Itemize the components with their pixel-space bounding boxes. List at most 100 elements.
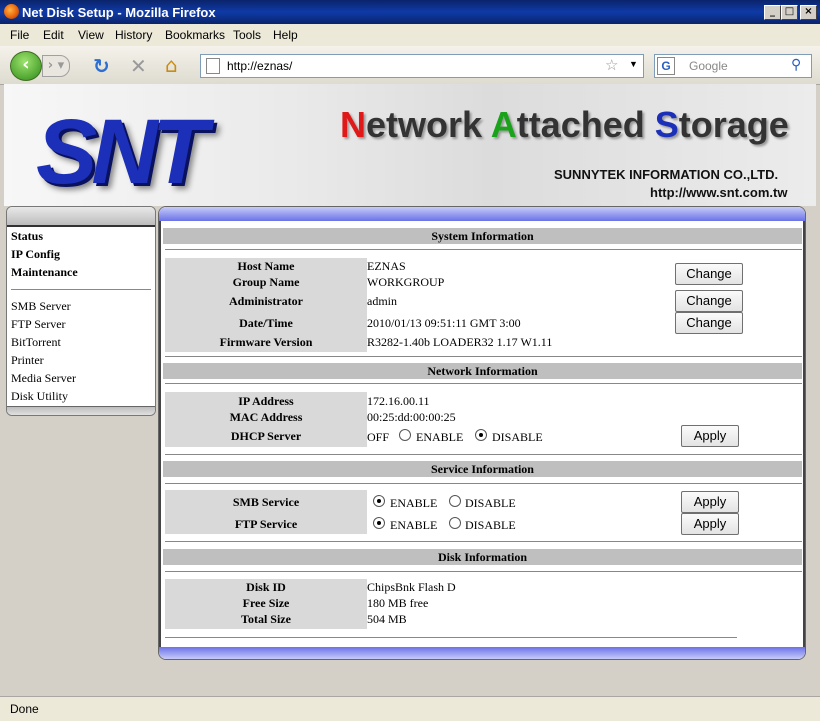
- panel-top-bar: [159, 207, 805, 221]
- divider: [165, 249, 802, 250]
- group-name-label: Group Name: [232, 275, 300, 289]
- ftp-disable-label: DISABLE: [465, 518, 516, 532]
- reload-icon[interactable]: ↻: [93, 54, 110, 78]
- divider: [165, 571, 802, 572]
- menu-file[interactable]: File: [10, 28, 29, 42]
- bookmark-star-icon[interactable]: ☆: [605, 56, 618, 74]
- company-name: SUNNYTEK INFORMATION CO.,LTD.: [554, 167, 779, 182]
- sidebar-item-maintenance[interactable]: Maintenance: [11, 265, 78, 280]
- menu-help[interactable]: Help: [273, 28, 298, 42]
- change-host-name-button[interactable]: Change: [675, 263, 743, 285]
- sidebar-bottom-cap: [7, 406, 155, 415]
- dhcp-server-label: DHCP Server: [230, 429, 302, 443]
- ftp-service-label: FTP Service: [234, 517, 298, 531]
- ip-address-label: IP Address: [238, 394, 294, 408]
- total-size-value: 504 MB: [367, 612, 407, 626]
- close-button[interactable]: ×: [800, 5, 817, 20]
- smb-service-label: SMB Service: [232, 495, 300, 509]
- product-title-part: ttached: [516, 104, 655, 145]
- minimize-button[interactable]: _: [764, 5, 781, 20]
- change-administrator-button[interactable]: Change: [675, 290, 743, 312]
- home-icon[interactable]: ⌂: [165, 53, 178, 77]
- smb-enable-label: ENABLE: [390, 496, 438, 510]
- divider: [165, 356, 802, 357]
- product-title-part: etwork: [366, 104, 491, 145]
- status-bar: Done: [0, 696, 820, 721]
- search-box[interactable]: G Google ⚲: [654, 54, 812, 78]
- sidebar-top-cap: [7, 207, 155, 227]
- firmware-version-label: Firmware Version: [219, 335, 313, 349]
- google-icon[interactable]: G: [657, 57, 675, 75]
- ftp-enable-radio[interactable]: [373, 517, 385, 529]
- menu-tools[interactable]: Tools: [233, 28, 261, 42]
- search-placeholder: Google: [689, 59, 728, 73]
- stop-icon[interactable]: ✕: [130, 54, 147, 78]
- product-title-part: A: [490, 104, 517, 145]
- menu-view[interactable]: View: [78, 28, 104, 42]
- disk-info-header: Disk Information: [163, 549, 802, 565]
- divider: [165, 483, 802, 484]
- network-info-header: Network Information: [163, 363, 802, 379]
- navigation-toolbar: ‹ › ▾ ↻ ✕ ⌂ http://eznas/ ☆ ▼ G Google ⚲: [0, 46, 820, 85]
- menu-history[interactable]: History: [115, 28, 152, 42]
- dhcp-disable-radio[interactable]: [475, 429, 487, 441]
- mac-address-label: MAC Address: [229, 410, 303, 424]
- sidebar-item-ftp-server[interactable]: FTP Server: [11, 317, 66, 332]
- product-title: Network Attached Storage: [340, 104, 789, 146]
- ftp-disable-radio[interactable]: [449, 517, 461, 529]
- smb-disable-radio[interactable]: [449, 495, 461, 507]
- back-button[interactable]: ‹: [10, 51, 42, 81]
- sidebar-item-disk-utility[interactable]: Disk Utility: [11, 389, 68, 404]
- system-info-header: System Information: [163, 228, 802, 244]
- url-bar[interactable]: http://eznas/ ☆ ▼: [200, 54, 644, 78]
- firefox-icon: [4, 4, 19, 19]
- ip-address-value: 172.16.00.11: [367, 394, 430, 408]
- ftp-apply-button[interactable]: Apply: [681, 513, 739, 535]
- menu-edit[interactable]: Edit: [43, 28, 64, 42]
- main-panel: System Information Host Name Group Name …: [158, 206, 806, 660]
- search-icon[interactable]: ⚲: [791, 56, 801, 73]
- disk-id-value: ChipsBnk Flash D: [367, 580, 456, 594]
- company-website: http://www.snt.com.tw: [650, 185, 788, 200]
- url-dropdown-icon[interactable]: ▼: [629, 59, 638, 69]
- smb-disable-label: DISABLE: [465, 496, 516, 510]
- free-size-label: Free Size: [242, 596, 290, 610]
- page-icon: [206, 58, 220, 74]
- divider: [165, 541, 802, 542]
- snt-logo: SNT: [36, 101, 208, 203]
- administrator-label: Administrator: [229, 294, 303, 308]
- sidebar-item-smb-server[interactable]: SMB Server: [11, 299, 71, 314]
- sidebar-item-ip-config[interactable]: IP Config: [11, 247, 60, 262]
- free-size-value: 180 MB free: [367, 596, 429, 610]
- maximize-button[interactable]: □: [781, 5, 798, 20]
- smb-enable-radio[interactable]: [373, 495, 385, 507]
- date-time-label: Date/Time: [239, 316, 293, 330]
- sidebar-divider: [11, 289, 151, 290]
- date-time-value: 2010/01/13 09:51:11 GMT 3:00: [367, 316, 521, 330]
- dhcp-enable-radio[interactable]: [399, 429, 411, 441]
- sidebar: Status IP Config Maintenance SMB Server …: [6, 206, 156, 416]
- sidebar-item-media-server[interactable]: Media Server: [11, 371, 76, 386]
- mac-address-value: 00:25:dd:00:00:25: [367, 410, 456, 424]
- sidebar-item-bittorrent[interactable]: BitTorrent: [11, 335, 61, 350]
- dhcp-disable-label: DISABLE: [492, 430, 543, 444]
- url-text: http://eznas/: [227, 59, 293, 73]
- dhcp-status: OFF: [367, 430, 390, 444]
- dhcp-enable-label: ENABLE: [416, 430, 464, 444]
- ftp-enable-label: ENABLE: [390, 518, 438, 532]
- panel-right-border: [803, 221, 805, 647]
- divider: [165, 454, 802, 455]
- host-name-label: Host Name: [237, 259, 295, 273]
- forward-button[interactable]: › ▾: [42, 55, 70, 77]
- menu-bookmarks[interactable]: Bookmarks: [165, 28, 225, 42]
- panel-bottom-bar: [159, 647, 805, 659]
- product-title-part: torage: [678, 104, 789, 145]
- sidebar-item-status[interactable]: Status: [11, 229, 43, 244]
- smb-apply-button[interactable]: Apply: [681, 491, 739, 513]
- status-text: Done: [10, 702, 39, 716]
- change-date-time-button[interactable]: Change: [675, 312, 743, 334]
- dhcp-apply-button[interactable]: Apply: [681, 425, 739, 447]
- window-title: Net Disk Setup - Mozilla Firefox: [22, 5, 216, 20]
- divider: [165, 637, 737, 638]
- sidebar-item-printer[interactable]: Printer: [11, 353, 44, 368]
